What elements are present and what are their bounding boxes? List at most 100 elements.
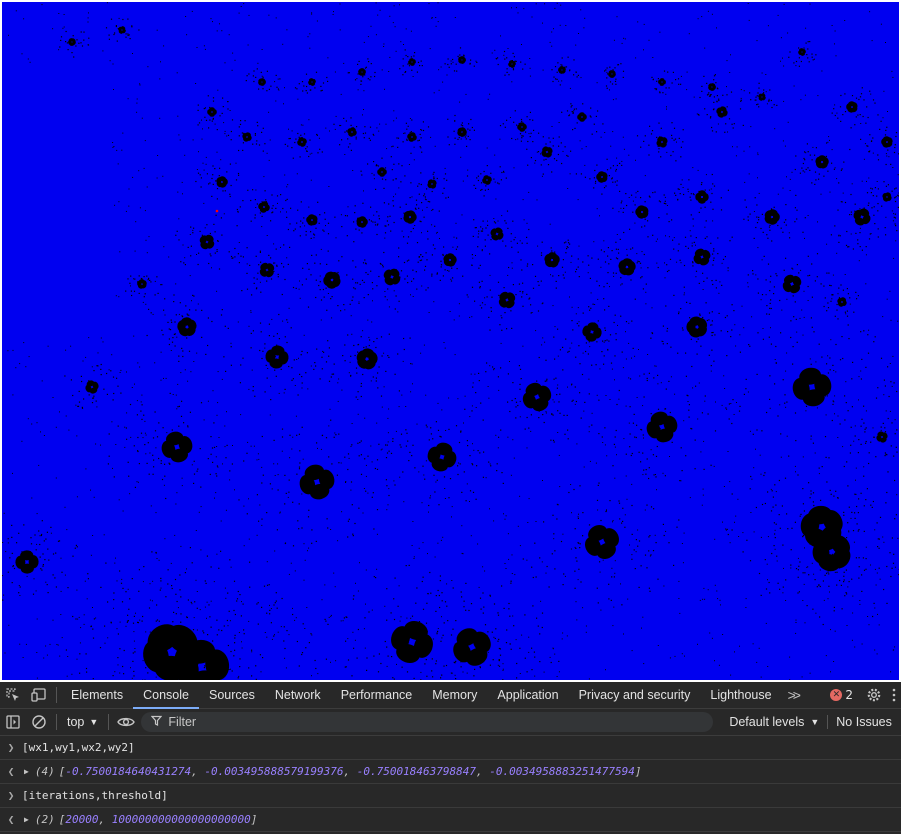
fractal-speck (360, 336, 362, 338)
fractal-speck (319, 289, 321, 291)
fractal-speck (214, 123, 216, 125)
fractal-speck (413, 677, 415, 679)
fractal-speck (861, 358, 863, 360)
fractal-speck (571, 342, 573, 344)
fractal-speck (891, 422, 893, 424)
fractal-speck (731, 422, 733, 425)
fractal-speck (482, 419, 484, 421)
fractal-speck (817, 95, 819, 97)
fractal-speck (26, 575, 28, 577)
fractal-canvas[interactable] (2, 2, 899, 680)
fractal-speck (327, 222, 330, 224)
fractal-speck (46, 584, 48, 586)
fractal-speck (700, 207, 702, 209)
fractal-speck (569, 70, 571, 72)
fractal-speck (480, 189, 482, 191)
fractal-speck (283, 640, 285, 642)
fractal-speck (384, 605, 386, 607)
fractal-speck (345, 666, 347, 668)
fractal-speck (528, 427, 530, 429)
fractal-speck (615, 333, 617, 335)
fractal-speck (457, 473, 459, 476)
fractal-speck (23, 524, 25, 526)
fractal-speck (431, 209, 433, 211)
fractal-speck (484, 239, 486, 241)
fractal-speck (60, 590, 62, 592)
fractal-speck (9, 557, 11, 559)
fractal-speck (558, 660, 560, 662)
fractal-speck (64, 375, 66, 377)
fractal-speck (611, 177, 613, 179)
fractal-speck (533, 129, 535, 131)
fractal-speck (870, 187, 872, 189)
fractal-speck (484, 297, 486, 299)
fractal-speck (773, 545, 775, 547)
fractal-speck (717, 598, 719, 600)
fractal-speck (146, 186, 148, 188)
fractal-speck (861, 249, 863, 251)
fractal-speck (604, 329, 606, 331)
fractal-speck (60, 36, 63, 38)
fractal-speck (138, 569, 140, 571)
fractal-speck (299, 156, 301, 158)
fractal-speck (370, 76, 372, 78)
fractal-speck (834, 104, 836, 106)
fractal-speck (170, 562, 172, 564)
fractal-speck (835, 55, 837, 57)
fractal-speck (347, 206, 349, 208)
fractal-speck (456, 268, 458, 270)
fractal-speck (649, 535, 651, 537)
fractal-speck (270, 278, 273, 280)
fractal-speck (300, 124, 302, 126)
fractal-speck (710, 365, 712, 367)
fractal-speck (470, 118, 472, 121)
fractal-speck (567, 247, 569, 248)
fractal-speck (88, 12, 89, 14)
fractal-speck (507, 533, 509, 535)
fractal-speck (211, 177, 213, 180)
fractal-speck (409, 451, 411, 453)
fractal-speck (612, 131, 614, 133)
fractal-speck (556, 78, 558, 80)
fractal-speck (419, 133, 421, 135)
fractal-speck (15, 10, 17, 12)
fractal-speck (520, 140, 522, 142)
fractal-speck (201, 119, 202, 121)
fractal-speck (216, 619, 218, 621)
fractal-speck (425, 622, 428, 624)
fractal-speck (654, 534, 656, 536)
fractal-speck (11, 536, 13, 538)
fractal-speck (576, 560, 578, 562)
fractal-speck (535, 330, 537, 332)
fractal-speck (658, 151, 660, 153)
fractal-speck (758, 87, 760, 89)
fractal-speck (554, 653, 556, 655)
fractal-speck (708, 92, 710, 94)
fractal-speck (256, 140, 258, 142)
fractal-speck (328, 347, 330, 349)
fractal-speck (434, 491, 436, 493)
fractal-speck (689, 317, 691, 319)
fractal-speck (320, 90, 322, 92)
fractal-speck (800, 60, 802, 63)
fractal-speck (479, 667, 481, 669)
fractal-speck (298, 503, 300, 505)
fractal-speck (156, 29, 158, 31)
fractal-speck (632, 247, 634, 249)
fractal-speck (473, 184, 475, 186)
fractal-speck (841, 168, 843, 170)
fractal-speck (617, 258, 619, 260)
fractal-speck (625, 358, 627, 360)
fractal-speck (295, 287, 297, 289)
fractal-speck (347, 453, 350, 455)
fractal-speck (131, 578, 133, 580)
fractal-speck (135, 612, 136, 614)
fractal-speck (733, 414, 735, 415)
fractal-speck (118, 17, 120, 19)
fractal-speck (108, 34, 110, 36)
fractal-speck (387, 504, 389, 506)
fractal-speck (397, 311, 399, 313)
fractal-speck (802, 503, 804, 505)
fractal-speck (659, 92, 661, 94)
fractal-speck (33, 578, 35, 580)
